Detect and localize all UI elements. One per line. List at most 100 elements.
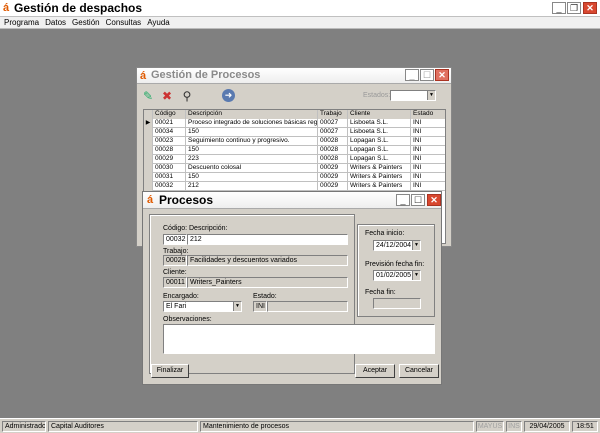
cell-codigo[interactable]: 00030 (153, 164, 186, 173)
cell-trabajo[interactable]: 00027 (318, 119, 348, 128)
cell-codigo[interactable]: 00021 (153, 119, 186, 128)
cell-descripcion[interactable]: 150 (186, 173, 318, 182)
table-row[interactable]: 00028 150 00028 Lopagan S.L. INI (144, 146, 445, 155)
procesos-maximize-button[interactable]: ☐ (420, 69, 434, 81)
estado-desc-field (267, 301, 348, 312)
column-header-cliente[interactable]: Cliente (348, 110, 411, 119)
column-header-codigo[interactable]: Código (153, 110, 186, 119)
cell-trabajo[interactable]: 00028 (318, 137, 348, 146)
cell-descripcion[interactable]: Seguimiento continuo y progresivo. (186, 137, 318, 146)
cell-codigo[interactable]: 00032 (153, 182, 186, 191)
cell-descripcion[interactable]: 223 (186, 155, 318, 164)
cell-descripcion[interactable]: 150 (186, 146, 318, 155)
cell-estado[interactable]: INI (411, 128, 445, 137)
estados-select[interactable]: ▼ (390, 90, 436, 101)
row-indicator[interactable] (144, 173, 153, 182)
cell-cliente[interactable]: Lopagan S.L. (348, 155, 411, 164)
cell-cliente[interactable]: Writers & Painters (348, 182, 411, 191)
column-header-descripcion[interactable]: Descripción (186, 110, 318, 119)
restore-button[interactable]: ❐ (567, 2, 581, 14)
fecha-inicio-picker[interactable]: 24/12/2004 ▼ (373, 240, 421, 251)
table-row[interactable]: ▶ 00021 Proceso integrado de soluciones bá… (144, 119, 445, 128)
cell-cliente[interactable]: Lisboeta S.L. (348, 119, 411, 128)
table-row[interactable]: 00032 212 00029 Writers & Painters INI (144, 182, 445, 191)
table-row[interactable]: 00034 150 00027 Lisboeta S.L. INI (144, 128, 445, 137)
close-button[interactable]: ✕ (583, 2, 597, 14)
row-indicator[interactable] (144, 128, 153, 137)
cell-codigo[interactable]: 00028 (153, 146, 186, 155)
encargado-select[interactable]: El Fari ▼ (163, 301, 242, 312)
cell-trabajo[interactable]: 00027 (318, 128, 348, 137)
row-indicator[interactable] (144, 182, 153, 191)
cell-estado[interactable]: INI (411, 119, 445, 128)
app-title: Gestión de despachos (14, 1, 143, 15)
row-pointer-icon[interactable]: ▶ (144, 119, 153, 128)
encargado-label: Encargado: (163, 293, 199, 300)
procesos-close-button[interactable]: ✕ (435, 69, 449, 81)
row-indicator[interactable] (144, 137, 153, 146)
cancelar-button[interactable]: Cancelar (399, 364, 439, 378)
cell-estado[interactable]: INI (411, 182, 445, 191)
status-user: Administrador (2, 421, 46, 432)
cell-cliente[interactable]: Writers & Painters (348, 164, 411, 173)
cell-codigo[interactable]: 00031 (153, 173, 186, 182)
cell-descripcion[interactable]: Proceso integrado de soluciones básicas … (186, 119, 318, 128)
edit-icon[interactable]: ✎ (140, 89, 156, 103)
chevron-down-icon[interactable]: ▼ (233, 302, 241, 311)
menu-gestion[interactable]: Gestión (69, 17, 103, 29)
aceptar-button[interactable]: Aceptar (355, 364, 395, 378)
forward-arrow-icon[interactable]: ➜ (222, 89, 235, 102)
dialog-close-button[interactable]: ✕ (427, 194, 441, 206)
cell-trabajo[interactable]: 00028 (318, 155, 348, 164)
finalizar-button[interactable]: Finalizar (151, 364, 189, 378)
cell-descripcion[interactable]: 150 (186, 128, 318, 137)
row-indicator[interactable] (144, 155, 153, 164)
menu-programa[interactable]: Programa (0, 17, 42, 29)
column-header-trabajo[interactable]: Trabajo (318, 110, 348, 119)
table-row[interactable]: 00029 223 00028 Lopagan S.L. INI (144, 155, 445, 164)
table-row[interactable]: 00023 Seguimiento continuo y progresivo. 0… (144, 137, 445, 146)
binoculars-icon[interactable]: ⚲ (179, 89, 195, 103)
cell-cliente[interactable]: Lisboeta S.L. (348, 128, 411, 137)
cell-cliente[interactable]: Lopagan S.L. (348, 137, 411, 146)
cell-estado[interactable]: INI (411, 146, 445, 155)
observaciones-textarea[interactable] (163, 324, 435, 354)
cell-codigo[interactable]: 00023 (153, 137, 186, 146)
cell-codigo[interactable]: 00029 (153, 155, 186, 164)
procesos-minimize-button[interactable]: _ (405, 69, 419, 81)
cell-trabajo[interactable]: 00029 (318, 164, 348, 173)
row-indicator[interactable] (144, 146, 153, 155)
dialog-maximize-button[interactable]: ☐ (411, 194, 425, 206)
cell-cliente[interactable]: Lopagan S.L. (348, 146, 411, 155)
column-header-estado[interactable]: Estado (411, 110, 445, 119)
trabajo-label: Trabajo: (163, 248, 189, 255)
cell-codigo[interactable]: 00034 (153, 128, 186, 137)
table-row[interactable]: 00030 Descuento colosal 00029 Writers & Pai… (144, 164, 445, 173)
cell-descripcion[interactable]: Descuento colosal (186, 164, 318, 173)
cell-trabajo[interactable]: 00029 (318, 173, 348, 182)
prevision-picker[interactable]: 01/02/2005 ▼ (373, 270, 421, 281)
app-logo-icon: á (3, 2, 10, 14)
cell-cliente[interactable]: Writers & Painters (348, 173, 411, 182)
descripcion-field[interactable]: 212 (187, 234, 348, 245)
cell-trabajo[interactable]: 00029 (318, 182, 348, 191)
chevron-down-icon[interactable]: ▼ (412, 241, 420, 250)
codigo-field[interactable]: 00032 (163, 234, 187, 245)
table-row[interactable]: 00031 150 00029 Writers & Painters INI (144, 173, 445, 182)
chevron-down-icon[interactable]: ▼ (427, 91, 435, 100)
eraser-icon[interactable]: ✖ (159, 89, 175, 103)
cell-descripcion[interactable]: 212 (186, 182, 318, 191)
menu-consultas[interactable]: Consultas (103, 17, 145, 29)
menu-ayuda[interactable]: Ayuda (144, 17, 173, 29)
cell-estado[interactable]: INI (411, 137, 445, 146)
cell-trabajo[interactable]: 00028 (318, 146, 348, 155)
status-bar: Administrador Capital Auditores Mantenim… (0, 418, 600, 433)
minimize-button[interactable]: _ (552, 2, 566, 14)
menu-datos[interactable]: Datos (42, 17, 69, 29)
row-indicator[interactable] (144, 164, 153, 173)
dialog-minimize-button[interactable]: _ (396, 194, 410, 206)
cell-estado[interactable]: INI (411, 164, 445, 173)
cell-estado[interactable]: INI (411, 155, 445, 164)
chevron-down-icon[interactable]: ▼ (412, 271, 420, 280)
cell-estado[interactable]: INI (411, 173, 445, 182)
